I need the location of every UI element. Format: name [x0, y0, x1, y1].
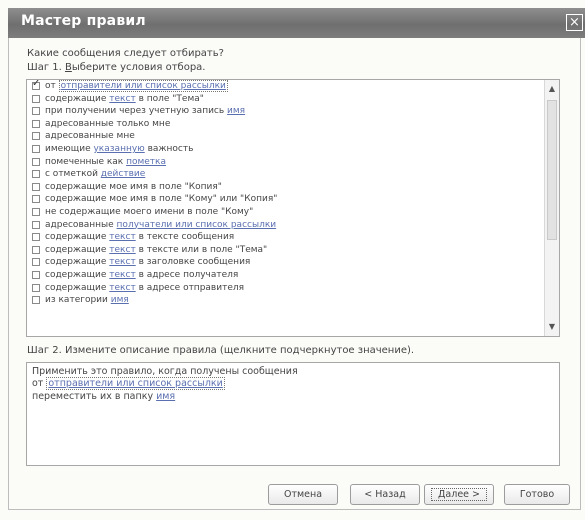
condition-checkbox[interactable]	[32, 233, 40, 242]
next-button-label: Далее >	[431, 488, 487, 501]
condition-text: помеченные как пометка	[45, 156, 167, 167]
condition-item[interactable]: помеченные как пометка	[27, 156, 545, 169]
condition-item[interactable]: не содержащие моего имени в поле "Кому"	[27, 206, 545, 219]
condition-link[interactable]: отправители или список рассылки	[58, 80, 228, 92]
desc-folder-link[interactable]: имя	[156, 391, 175, 402]
finish-button[interactable]: Готово	[504, 484, 570, 505]
condition-item[interactable]: адресованные мне	[27, 130, 545, 143]
condition-checkbox[interactable]	[32, 80, 40, 91]
condition-checkbox[interactable]	[32, 207, 40, 216]
condition-link[interactable]: текст	[109, 283, 135, 293]
desc-sender-link[interactable]: отправители или список рассылки	[46, 377, 225, 390]
condition-text: содержащие текст в тексте сообщения	[45, 232, 235, 243]
condition-link[interactable]: текст	[109, 257, 135, 267]
condition-item[interactable]: адресованные только мне	[27, 118, 545, 131]
condition-link[interactable]: имя	[227, 106, 245, 116]
step1-label: Шаг 1. Выберите условия отбора.	[27, 62, 206, 73]
condition-link[interactable]: получатели или список рассылки	[117, 220, 277, 230]
condition-item[interactable]: при получении через учетную запись имя	[27, 105, 545, 118]
condition-link[interactable]: текст	[109, 270, 135, 280]
condition-item[interactable]: содержащие мое имя в поле "Копия"	[27, 181, 545, 194]
next-button[interactable]: Далее >	[424, 484, 494, 505]
scroll-down-icon[interactable]: ▼	[545, 320, 559, 334]
condition-checkbox[interactable]	[32, 157, 40, 166]
condition-text: содержащие текст в поле "Тема"	[45, 93, 204, 104]
condition-text: содержащие текст в адресе получателя	[45, 269, 239, 280]
condition-item[interactable]: адресованные получатели или список рассы…	[27, 219, 545, 232]
condition-checkbox[interactable]	[32, 132, 40, 141]
condition-link[interactable]: текст	[109, 245, 135, 255]
title-bar: Мастер правил ×	[8, 8, 585, 38]
cancel-button[interactable]: Отмена	[268, 484, 338, 505]
condition-checkbox[interactable]	[32, 170, 40, 179]
condition-checkbox[interactable]	[32, 296, 40, 305]
condition-item[interactable]: из категории имя	[27, 294, 545, 307]
close-icon: ×	[569, 15, 580, 30]
question-label: Какие сообщения следует отбирать?	[27, 48, 224, 59]
conditions-scrollbar[interactable]: ▲ ▼	[544, 80, 559, 336]
condition-checkbox[interactable]	[32, 245, 40, 254]
window-title: Мастер правил	[21, 13, 146, 29]
conditions-list[interactable]: от отправители или список рассылкисодерж…	[26, 79, 560, 337]
condition-text: из категории имя	[45, 295, 129, 306]
step2-label: Шаг 2. Измените описание правила (щелкни…	[27, 345, 415, 356]
condition-item[interactable]: содержащие мое имя в поле "Кому" или "Ко…	[27, 193, 545, 206]
condition-text: адресованные только мне	[45, 118, 171, 129]
condition-checkbox[interactable]	[32, 283, 40, 292]
condition-text: не содержащие моего имени в поле "Кому"	[45, 206, 254, 217]
condition-checkbox[interactable]	[32, 144, 40, 153]
condition-item[interactable]: содержащие текст в тексте или в поле "Те…	[27, 244, 545, 257]
back-button[interactable]: < Назад	[350, 484, 420, 505]
condition-item[interactable]: содержащие текст в поле "Тема"	[27, 93, 545, 106]
condition-text: от отправители или список рассылки	[45, 80, 228, 92]
condition-checkbox[interactable]	[32, 220, 40, 229]
condition-item[interactable]: содержащие текст в тексте сообщения	[27, 231, 545, 244]
condition-text: содержащие мое имя в поле "Кому" или "Ко…	[45, 194, 278, 205]
scroll-thumb[interactable]	[547, 100, 557, 240]
desc-line-2: от отправители или список рассылки	[32, 377, 225, 390]
conditions-items: от отправители или список рассылкисодерж…	[27, 80, 545, 307]
condition-item[interactable]: содержащие текст в адресе отправителя	[27, 282, 545, 295]
condition-text: при получении через учетную запись имя	[45, 106, 246, 117]
condition-checkbox[interactable]	[32, 94, 40, 103]
condition-item[interactable]: от отправители или список рассылки	[27, 80, 545, 93]
condition-checkbox[interactable]	[32, 258, 40, 267]
condition-checkbox[interactable]	[32, 182, 40, 191]
scroll-up-icon[interactable]: ▲	[545, 82, 559, 96]
condition-text: содержащие текст в заголовке сообщения	[45, 257, 251, 268]
rule-description-box: Применить это правило, когда получены со…	[26, 362, 560, 466]
condition-text: содержащие мое имя в поле "Копия"	[45, 181, 222, 192]
condition-item[interactable]: с отметкой действие	[27, 168, 545, 181]
condition-checkbox[interactable]	[32, 119, 40, 128]
condition-checkbox[interactable]	[32, 195, 40, 204]
condition-item[interactable]: имеющие указанную важность	[27, 143, 545, 156]
condition-text: с отметкой действие	[45, 169, 146, 180]
condition-text: имеющие указанную важность	[45, 143, 194, 154]
condition-link[interactable]: текст	[109, 94, 135, 104]
condition-link[interactable]: имя	[111, 295, 129, 305]
desc-line-1: Применить это правило, когда получены со…	[32, 366, 298, 377]
condition-link[interactable]: действие	[101, 169, 146, 179]
condition-link[interactable]: пометка	[126, 157, 166, 167]
condition-checkbox[interactable]	[32, 270, 40, 279]
condition-link[interactable]: текст	[109, 232, 135, 242]
condition-link[interactable]: указанную	[93, 144, 144, 154]
condition-text: содержащие текст в тексте или в поле "Те…	[45, 244, 268, 255]
desc-line-3: переместить их в папку имя	[32, 391, 176, 402]
condition-text: содержащие текст в адресе отправителя	[45, 282, 245, 293]
condition-text: адресованные получатели или список рассы…	[45, 219, 277, 230]
condition-text: адресованные мне	[45, 131, 135, 142]
condition-checkbox[interactable]	[32, 107, 40, 116]
condition-item[interactable]: содержащие текст в адресе получателя	[27, 269, 545, 282]
condition-item[interactable]: содержащие текст в заголовке сообщения	[27, 256, 545, 269]
close-button[interactable]: ×	[566, 14, 583, 31]
